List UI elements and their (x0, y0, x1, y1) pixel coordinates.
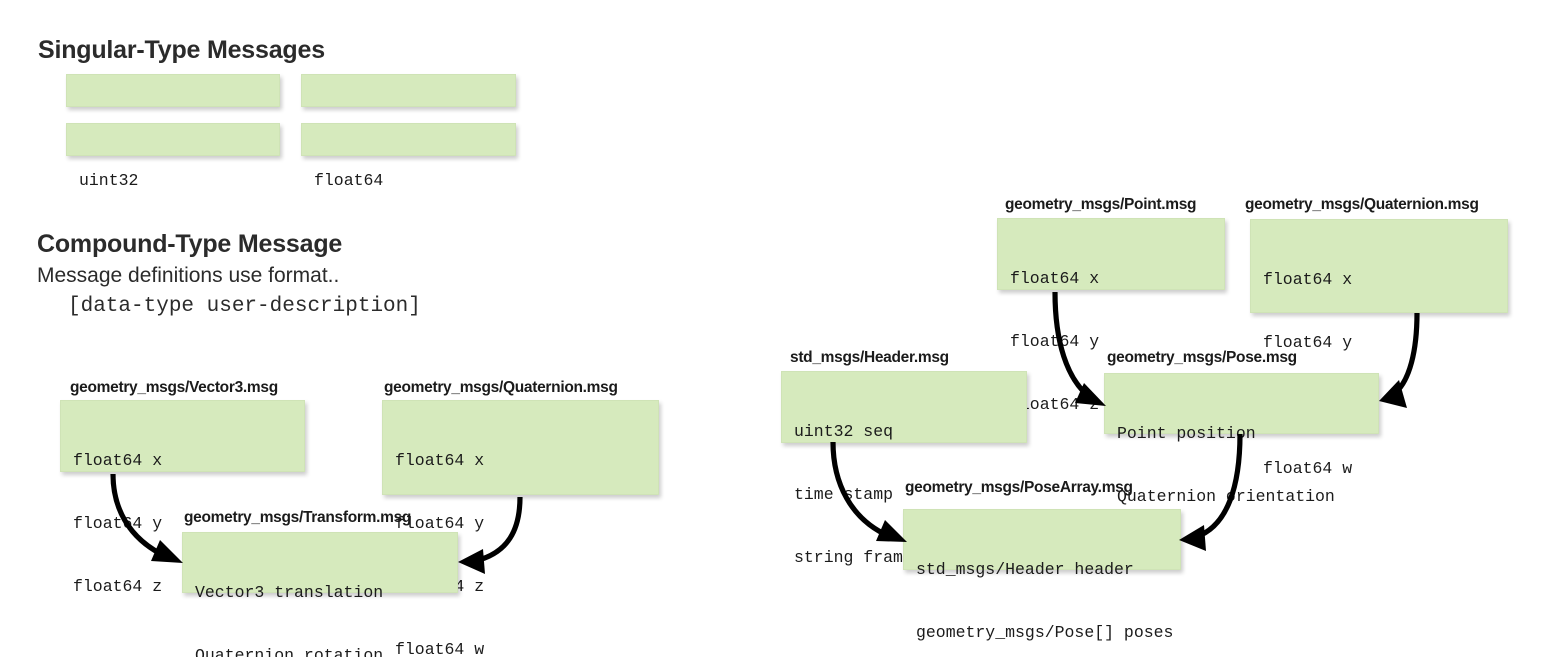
field-row: float64 x (1263, 270, 1353, 289)
diagram-canvas: Singular-Type Messages int bool uint32 f… (0, 0, 1544, 657)
header-message-box: uint32 seq time stamp string frame_id (781, 371, 1027, 567)
vector3-box-label: geometry_msgs/Vector3.msg (70, 379, 278, 396)
transform-message-box: Vector3 translation Quaternion rotation (182, 532, 458, 657)
field-row: float64 y (395, 514, 485, 533)
vector3-message-box: float64 x float64 y float64 z (60, 400, 305, 596)
point-box-label: geometry_msgs/Point.msg (1005, 196, 1197, 213)
field-row: std_msgs/Header header (916, 560, 1134, 579)
field-row: float64 y (1263, 333, 1353, 352)
pose-message-box: Point position Quaternion orientation (1104, 373, 1379, 506)
field-row: uint32 seq (794, 422, 894, 441)
compound-type-subtitle: Message definitions use format.. (37, 264, 340, 287)
quaternion-right-message-box: float64 x float64 y float64 z float64 w (1250, 219, 1508, 478)
compound-type-heading: Compound-Type Message (37, 230, 343, 258)
header-box-label: std_msgs/Header.msg (790, 349, 949, 366)
singular-type-heading: Singular-Type Messages (38, 36, 325, 64)
pose-array-message-box: std_msgs/Header header geometry_msgs/Pos… (903, 509, 1181, 642)
type-label: uint32 (79, 171, 139, 190)
pose-box-label: geometry_msgs/Pose.msg (1107, 349, 1297, 366)
field-row: Quaternion orientation (1117, 487, 1335, 506)
singular-type-box-float64: float64 (301, 123, 516, 190)
field-row: float64 x (1010, 269, 1100, 288)
field-row: Vector3 translation (195, 583, 384, 602)
quaternion-left-box-label: geometry_msgs/Quaternion.msg (384, 379, 618, 396)
singular-type-box-uint32: uint32 (66, 123, 280, 190)
field-row: geometry_msgs/Pose[] poses (916, 623, 1174, 642)
field-row: Quaternion rotation (195, 646, 384, 657)
transform-box-label: geometry_msgs/Transform.msg (184, 509, 412, 526)
singular-type-box-bool: bool (301, 74, 516, 141)
quaternion-left-message-box: float64 x float64 y float64 z float64 w (382, 400, 659, 657)
field-row: float64 x (395, 451, 485, 470)
pose-array-box-label: geometry_msgs/PoseArray.msg (905, 479, 1133, 496)
field-row: Point position (1117, 424, 1256, 443)
type-label: float64 (314, 171, 384, 190)
singular-type-box-int: int (66, 74, 280, 141)
quaternion-right-box-label: geometry_msgs/Quaternion.msg (1245, 196, 1479, 213)
message-format-note: [data-type user-description] (68, 295, 421, 318)
point-message-box: float64 x float64 y float64 z (997, 218, 1225, 414)
field-row: float64 x (73, 451, 163, 470)
